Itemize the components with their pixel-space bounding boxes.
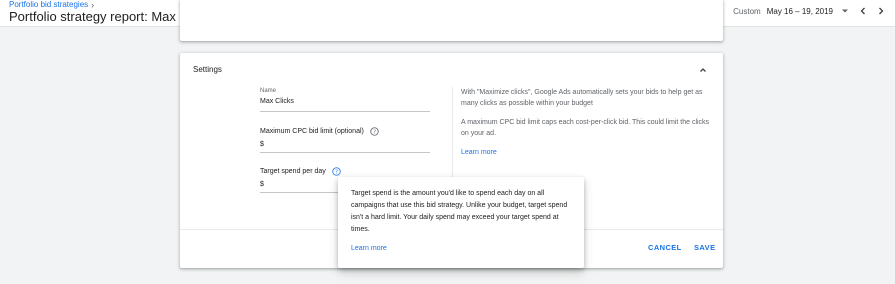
max-cpc-info: A maximum CPC bid limit caps each cost-p… [461,119,710,137]
save-button[interactable]: SAVE [694,243,715,252]
target-spend-label: Target spend per day [260,168,326,175]
chevron-right-icon[interactable] [875,5,887,17]
tooltip-learn-more-link[interactable]: Learn more [351,245,387,252]
target-spend-tooltip: Target spend is the amount you'd like to… [338,177,584,268]
chevron-up-icon[interactable] [697,64,709,76]
settings-title: Settings [193,65,222,74]
learn-more-link[interactable]: Learn more [461,149,497,156]
help-icon[interactable]: ? [332,167,341,176]
maximize-clicks-info: With "Maximize clicks", Google Ads autom… [461,89,703,107]
date-range-picker: Custom May 16 – 19, 2019 [733,5,887,17]
tooltip-text: Target spend is the amount you'd like to… [351,190,568,233]
max-cpc-label-row: Maximum CPC bid limit (optional) ? [260,127,379,136]
target-spend-input[interactable]: $ [260,181,264,188]
date-range-prefix[interactable]: Custom [733,7,761,16]
name-field-underline [260,111,430,112]
help-icon[interactable]: ? [370,127,379,136]
svg-text:?: ? [335,169,338,175]
breadcrumb-separator-icon: › [91,0,95,10]
svg-text:?: ? [373,129,376,135]
name-field-value[interactable]: Max Clicks [260,98,294,105]
max-cpc-underline [260,152,430,153]
chevron-left-icon[interactable] [857,5,869,17]
breadcrumb: Portfolio bid strategies › [9,0,94,9]
overview-card [180,0,723,41]
target-spend-label-row: Target spend per day ? [260,167,341,176]
dropdown-arrow-icon[interactable] [839,5,851,17]
date-range-value[interactable]: May 16 – 19, 2019 [767,7,833,16]
max-cpc-label: Maximum CPC bid limit (optional) [260,128,364,135]
breadcrumb-link-portfolio-bid-strategies[interactable]: Portfolio bid strategies [9,0,88,9]
name-field-label: Name [260,88,277,94]
cancel-button[interactable]: CANCEL [648,243,682,252]
max-cpc-input[interactable]: $ [260,141,264,148]
